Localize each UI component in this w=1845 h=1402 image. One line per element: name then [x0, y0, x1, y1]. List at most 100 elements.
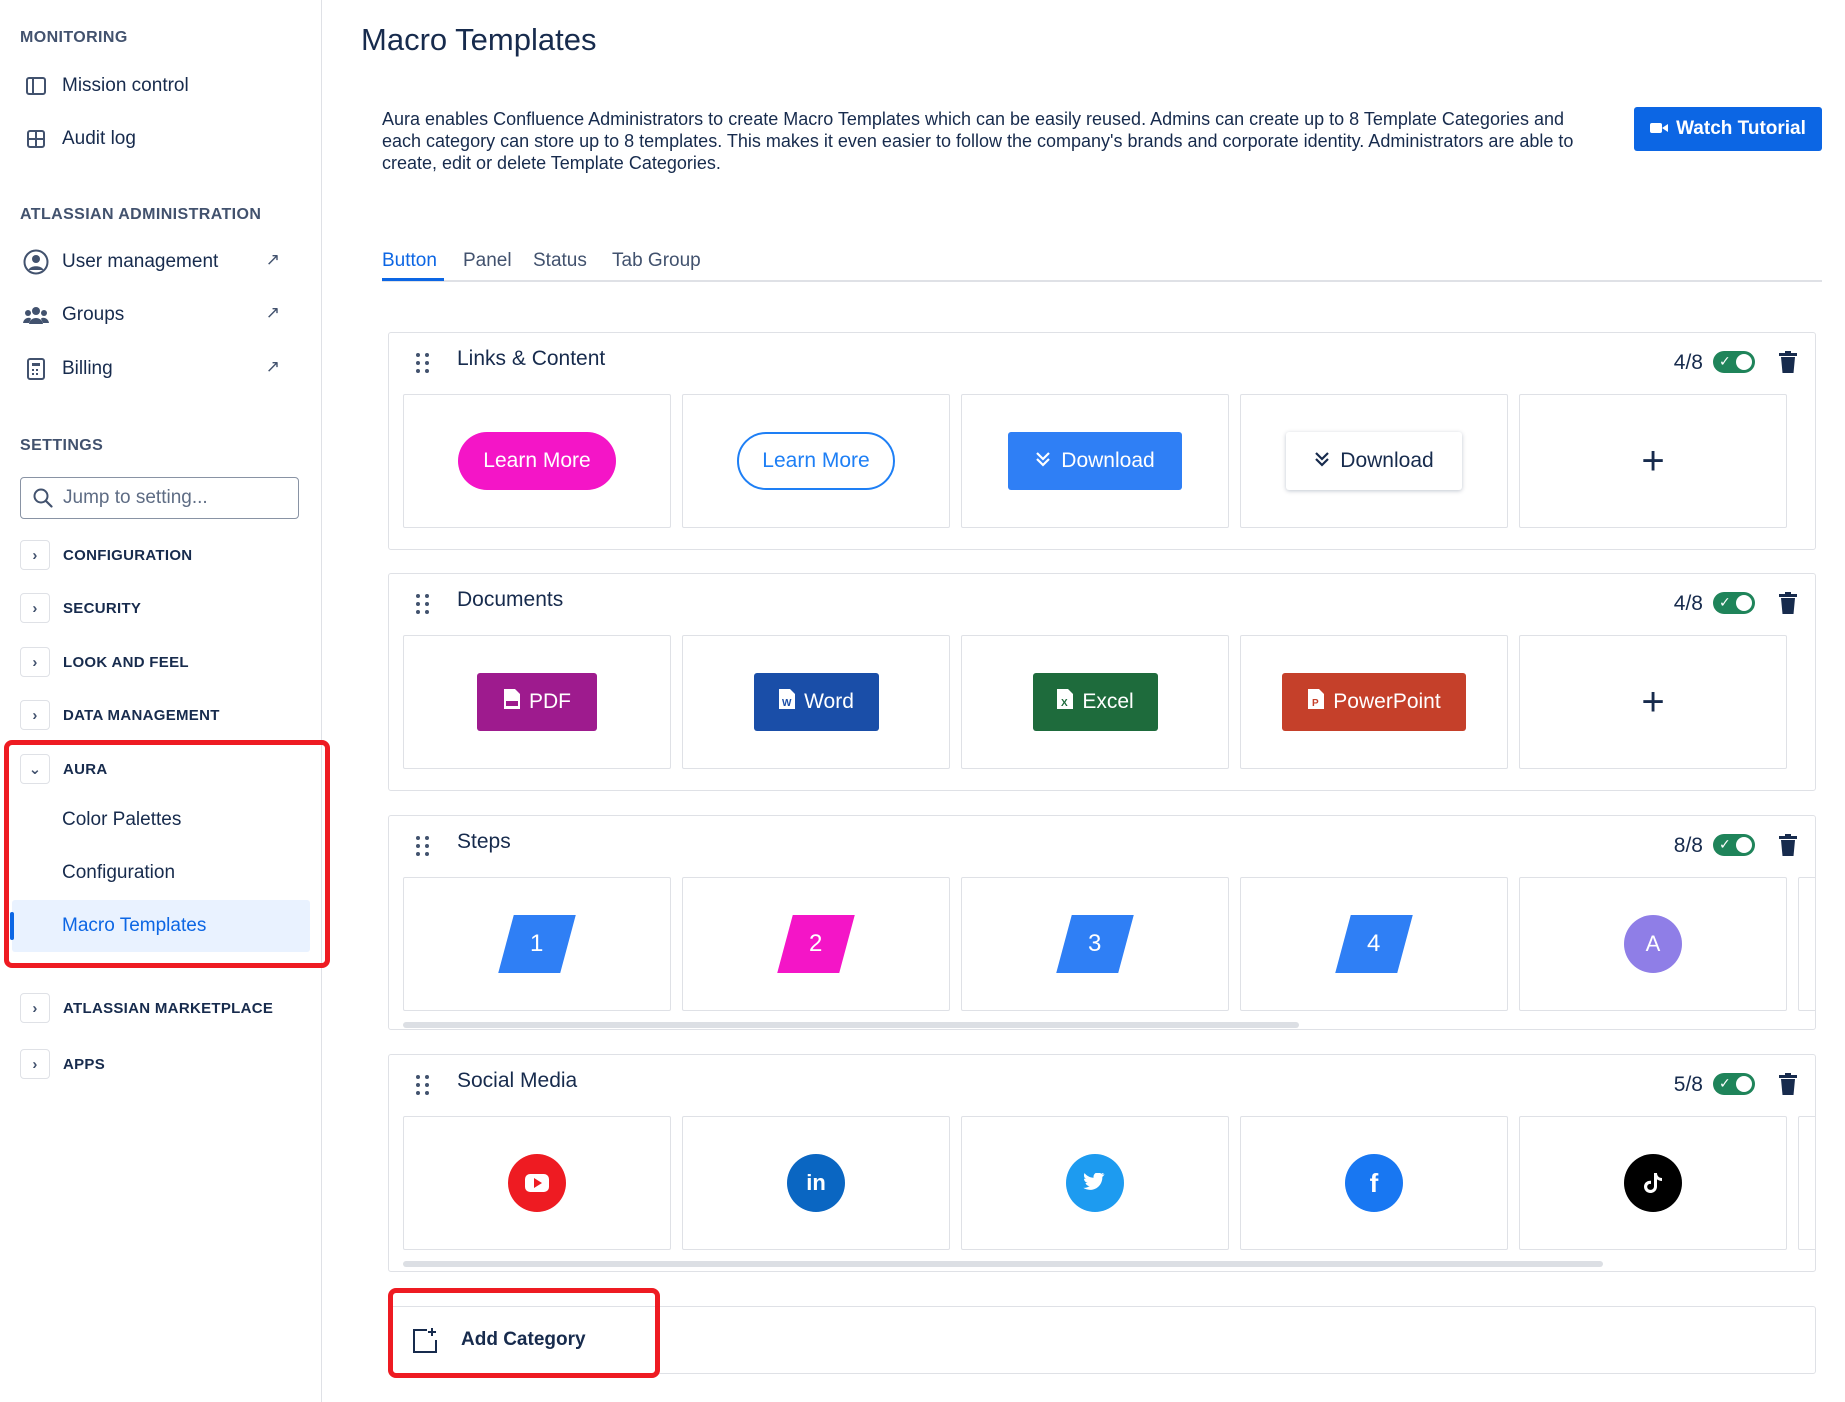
- add-template-tile[interactable]: +: [1519, 635, 1787, 769]
- template-tile[interactable]: W Word: [682, 635, 950, 769]
- jump-to-setting-input[interactable]: Jump to setting...: [20, 477, 299, 519]
- drag-handle-icon[interactable]: [416, 594, 429, 614]
- external-link-icon: ↗: [265, 250, 280, 269]
- sidebar-item-user-management[interactable]: User management ↗: [20, 240, 310, 284]
- learn-more-pink-button[interactable]: Learn More: [458, 432, 616, 490]
- download-white-button[interactable]: Download: [1286, 432, 1462, 490]
- template-tiles: 1 2 3 4 A: [403, 877, 1815, 1013]
- category-enabled-toggle[interactable]: ✓: [1713, 592, 1755, 614]
- trash-icon[interactable]: [1779, 351, 1797, 378]
- horizontal-scrollbar[interactable]: [403, 1261, 1603, 1267]
- template-tile[interactable]: X Excel: [961, 635, 1229, 769]
- category-enabled-toggle[interactable]: ✓: [1713, 1073, 1755, 1095]
- settings-heading: SETTINGS: [20, 437, 104, 454]
- template-tile[interactable]: [403, 1116, 671, 1250]
- category-enabled-toggle[interactable]: ✓: [1713, 834, 1755, 856]
- template-tile[interactable]: 2: [682, 877, 950, 1011]
- tab-panel[interactable]: Panel: [463, 250, 512, 272]
- sidebar-item-mission-control[interactable]: Mission control: [20, 64, 310, 108]
- category-title: Documents: [457, 588, 564, 611]
- powerpoint-file-icon: P: [1307, 688, 1325, 716]
- sidebar-item-label: Groups: [62, 304, 125, 325]
- sidebar-section-configuration[interactable]: › CONFIGURATION: [20, 538, 192, 572]
- button-label: PDF: [529, 690, 571, 713]
- excel-button[interactable]: X Excel: [1032, 673, 1158, 731]
- external-link-icon: ↗: [265, 357, 280, 376]
- watch-tutorial-button[interactable]: Watch Tutorial: [1634, 107, 1822, 151]
- external-link-icon: ↗: [265, 303, 280, 322]
- template-tile[interactable]: [961, 1116, 1229, 1250]
- template-tile[interactable]: in: [682, 1116, 950, 1250]
- template-tile[interactable]: f: [1240, 1116, 1508, 1250]
- template-tile-partial[interactable]: [1798, 1116, 1815, 1250]
- groups-icon: [20, 299, 52, 331]
- plus-icon: +: [1641, 680, 1665, 724]
- category-header: Steps 8/8 ✓: [389, 816, 1815, 872]
- button-label: Word: [804, 690, 854, 713]
- twitter-icon[interactable]: [1066, 1154, 1124, 1212]
- linkedin-icon[interactable]: in: [787, 1154, 845, 1212]
- template-tile[interactable]: P PowerPoint: [1240, 635, 1508, 769]
- template-tiles: Learn More Learn More Download Download …: [403, 394, 1787, 530]
- drag-handle-icon[interactable]: [416, 836, 429, 856]
- step-3-badge[interactable]: 3: [1056, 915, 1134, 973]
- template-tile[interactable]: A: [1519, 877, 1787, 1011]
- powerpoint-button[interactable]: P PowerPoint: [1282, 673, 1466, 731]
- section-label: APPS: [63, 1055, 106, 1073]
- step-2-badge[interactable]: 2: [777, 915, 855, 973]
- download-blue-button[interactable]: Download: [1008, 432, 1182, 490]
- template-tile[interactable]: 4: [1240, 877, 1508, 1011]
- learn-more-outline-button[interactable]: Learn More: [737, 432, 895, 490]
- word-button[interactable]: W Word: [753, 673, 879, 731]
- template-tile[interactable]: Learn More: [403, 394, 671, 528]
- check-icon: ✓: [1719, 836, 1731, 852]
- trash-icon[interactable]: [1779, 592, 1797, 619]
- template-tile-partial[interactable]: [1798, 877, 1815, 1011]
- step-4-badge[interactable]: 4: [1335, 915, 1413, 973]
- trash-icon[interactable]: [1779, 834, 1797, 861]
- search-icon: [33, 488, 53, 508]
- template-tile[interactable]: Learn More: [682, 394, 950, 528]
- button-label: Download: [1340, 449, 1434, 472]
- template-tile[interactable]: 3: [961, 877, 1229, 1011]
- step-1-badge[interactable]: 1: [498, 915, 576, 973]
- sidebar-item-groups[interactable]: Groups ↗: [20, 293, 310, 337]
- step-number: 3: [1088, 930, 1102, 957]
- double-chevron-down-icon: [1035, 449, 1051, 473]
- sidebar-section-atlassian-marketplace[interactable]: › ATLASSIAN MARKETPLACE: [20, 991, 273, 1025]
- drag-handle-icon[interactable]: [416, 353, 429, 373]
- add-template-tile[interactable]: +: [1519, 394, 1787, 528]
- trash-icon[interactable]: [1779, 1073, 1797, 1100]
- tab-tab-group[interactable]: Tab Group: [612, 250, 701, 272]
- youtube-icon[interactable]: [508, 1154, 566, 1212]
- category-title: Steps: [457, 830, 511, 853]
- template-tile[interactable]: 1: [403, 877, 671, 1011]
- sidebar-section-apps[interactable]: › APPS: [20, 1047, 105, 1081]
- category-enabled-toggle[interactable]: ✓: [1713, 351, 1755, 373]
- tab-button[interactable]: Button: [382, 250, 437, 272]
- video-camera-icon: [1650, 118, 1669, 140]
- avatar-step-badge[interactable]: A: [1624, 915, 1682, 973]
- template-tile[interactable]: PDF: [403, 635, 671, 769]
- sidebar-section-data-management[interactable]: › DATA MANAGEMENT: [20, 698, 220, 732]
- template-tile[interactable]: Download: [1240, 394, 1508, 528]
- page-title: Macro Templates: [361, 22, 597, 57]
- svg-text:P: P: [1312, 698, 1319, 709]
- sidebar: MONITORING Mission control Audit log ATL…: [0, 0, 322, 1402]
- step-number: 1: [530, 930, 544, 957]
- template-count: 4/8: [1673, 351, 1703, 374]
- tab-status[interactable]: Status: [533, 250, 587, 272]
- drag-handle-icon[interactable]: [416, 1075, 429, 1095]
- template-tile[interactable]: [1519, 1116, 1787, 1250]
- horizontal-scrollbar[interactable]: [403, 1022, 1299, 1028]
- facebook-icon[interactable]: f: [1345, 1154, 1403, 1212]
- template-tile[interactable]: Download: [961, 394, 1229, 528]
- sidebar-item-billing[interactable]: Billing ↗: [20, 347, 310, 391]
- sidebar-item-audit-log[interactable]: Audit log: [20, 117, 310, 161]
- section-label: LOOK AND FEEL: [63, 653, 189, 671]
- aura-highlight-box: [4, 740, 330, 968]
- tiktok-icon[interactable]: [1624, 1154, 1682, 1212]
- sidebar-section-look-and-feel[interactable]: › LOOK AND FEEL: [20, 645, 189, 679]
- pdf-button[interactable]: PDF: [477, 673, 597, 731]
- sidebar-section-security[interactable]: › SECURITY: [20, 591, 141, 625]
